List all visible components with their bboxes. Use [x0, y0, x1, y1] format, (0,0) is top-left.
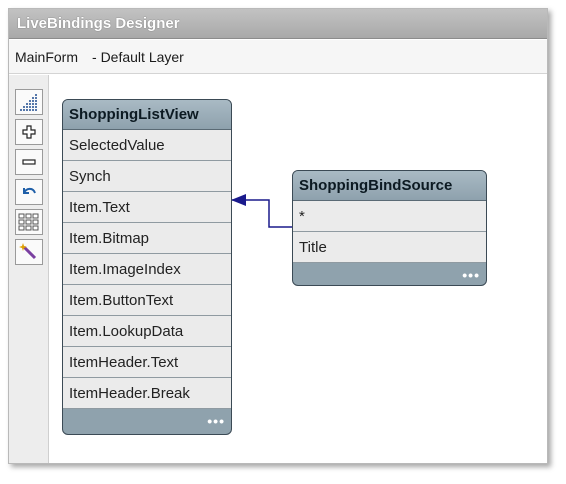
more-members-icon[interactable]: •••	[462, 267, 480, 283]
grid-layout-icon	[18, 213, 39, 231]
member-selected-value[interactable]: SelectedValue	[63, 130, 231, 161]
member-item-header-text[interactable]: ItemHeader.Text	[63, 347, 231, 378]
designer-canvas[interactable]: ShoppingListView SelectedValue Synch Ite…	[50, 75, 547, 463]
zoom-in-button[interactable]	[15, 119, 43, 145]
member-item-lookup-data[interactable]: Item.LookupData	[63, 316, 231, 347]
layer-name[interactable]: - Default Layer	[92, 49, 184, 65]
member-item-image-index[interactable]: Item.ImageIndex	[63, 254, 231, 285]
zoom-to-fit-button[interactable]	[15, 89, 43, 115]
layer-bar: MainForm - Default Layer	[9, 40, 547, 74]
component-footer: •••	[293, 263, 486, 285]
member-item-bitmap[interactable]: Item.Bitmap	[63, 223, 231, 254]
designer-toolbar	[9, 75, 49, 463]
shopping-list-view-component[interactable]: ShoppingListView SelectedValue Synch Ite…	[62, 99, 232, 435]
form-name[interactable]: MainForm	[15, 49, 78, 65]
livebindings-designer-window: LiveBindings Designer MainForm - Default …	[8, 8, 548, 464]
plus-icon	[22, 125, 36, 139]
member-synch[interactable]: Synch	[63, 161, 231, 192]
more-members-icon[interactable]: •••	[207, 413, 225, 429]
member-item-button-text[interactable]: Item.ButtonText	[63, 285, 231, 316]
undo-button[interactable]	[15, 179, 43, 205]
member-item-text[interactable]: Item.Text	[63, 192, 231, 223]
undo-arrow-icon	[23, 187, 36, 194]
magic-wand-icon	[19, 243, 37, 260]
member-title[interactable]: Title	[293, 232, 486, 263]
component-title[interactable]: ShoppingListView	[63, 100, 231, 130]
zoom-out-button[interactable]	[15, 149, 43, 175]
diagonal-grid-icon	[20, 94, 37, 111]
minus-icon	[22, 159, 36, 165]
component-title[interactable]: ShoppingBindSource	[293, 171, 486, 201]
member-item-header-break[interactable]: ItemHeader.Break	[63, 378, 231, 409]
member-asterisk[interactable]: *	[293, 201, 486, 232]
arrange-button[interactable]	[15, 209, 43, 235]
shopping-bind-source-component[interactable]: ShoppingBindSource * Title •••	[292, 170, 487, 286]
wizard-button[interactable]	[15, 239, 43, 265]
component-footer: •••	[63, 409, 231, 431]
binding-arrowhead-icon	[231, 194, 246, 206]
window-title: LiveBindings Designer	[9, 9, 547, 39]
